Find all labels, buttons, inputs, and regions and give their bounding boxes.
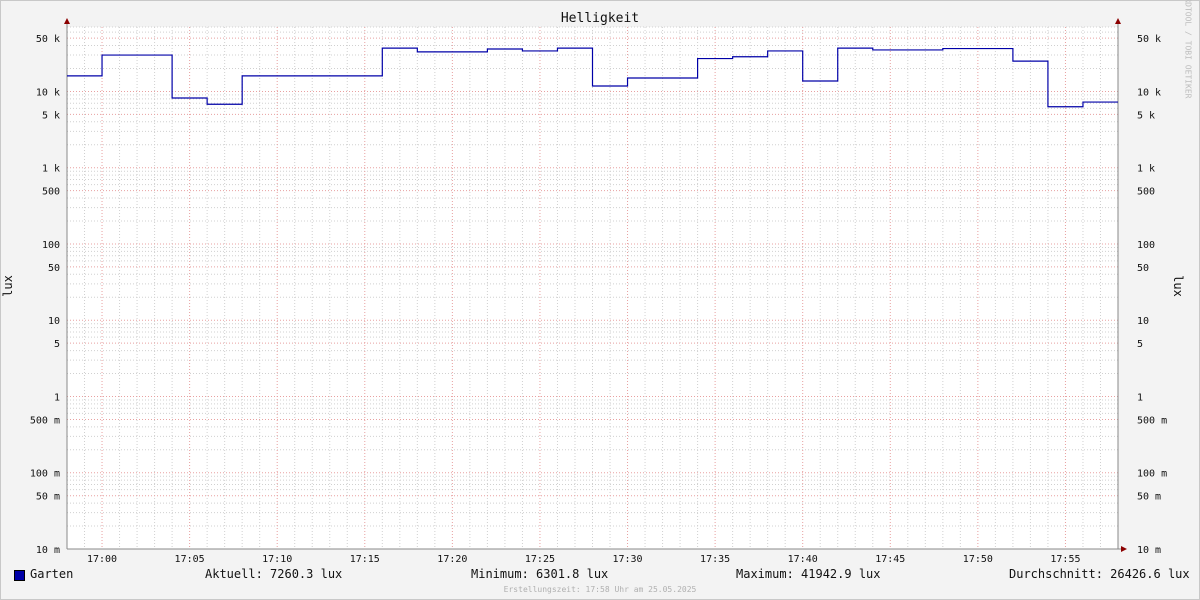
legend-minimum: Minimum: 6301.8 lux (471, 567, 609, 581)
x-tick-label: 17:05 (175, 554, 205, 565)
x-tick-labels: 17:00 17:05 17:10 17:15 17:20 17:25 17:30 17:35… (87, 554, 1081, 565)
y-tick-label-right: 5 (1137, 339, 1143, 350)
y-tick-label-right: 10 k (1137, 87, 1161, 98)
y-tick-label-right: 50 m (1137, 492, 1161, 503)
y-tick-labels-left: 50 k 10 k 5 k 1 k 500 100 50 10 5 1 500 m 100 m 50 m… (30, 34, 60, 556)
x-axis-arrow (1121, 546, 1127, 552)
legend-swatch (14, 570, 25, 581)
x-tick-label: 17:10 (262, 554, 292, 565)
y-tick-label-left: 50 (48, 263, 60, 274)
y-tick-label-right: 500 m (1137, 415, 1167, 426)
y-tick-label-left: 10 (48, 316, 60, 327)
x-tick-label: 17:55 (1050, 554, 1080, 565)
x-tick-label: 17:00 (87, 554, 117, 565)
y-tick-label-left: 100 (42, 240, 60, 251)
y-tick-label-right: 100 m (1137, 469, 1167, 480)
y-tick-label-right: 50 (1137, 263, 1149, 274)
y-tick-labels-right: 50 k 10 k 5 k 1 k 500 100 50 10 5 1 500 m 100 m 50 m… (1137, 34, 1167, 556)
rrdtool-watermark: RRDTOOL / TOBI OETIKER (1183, 0, 1193, 99)
y-tick-label-left: 100 m (30, 469, 60, 480)
y-tick-label-left: 1 (54, 392, 60, 403)
y-tick-label-left: 5 k (42, 110, 60, 121)
x-tick-label: 17:35 (700, 554, 730, 565)
y-tick-label-right: 1 (1137, 392, 1143, 403)
x-tick-label: 17:15 (350, 554, 380, 565)
y-tick-label-left: 50 m (36, 492, 60, 503)
legend-average: Durchschnitt: 26426.6 lux (1009, 567, 1190, 581)
y-tick-label-right: 500 (1137, 187, 1155, 198)
y-axis-label-left: lux (0, 275, 15, 297)
y-tick-label-right: 1 k (1137, 164, 1155, 175)
x-tick-label: 17:40 (788, 554, 818, 565)
x-tick-label: 17:50 (963, 554, 993, 565)
y-tick-label-left: 50 k (36, 34, 60, 45)
y-tick-label-left: 5 (54, 339, 60, 350)
x-tick-label: 17:20 (437, 554, 467, 565)
creation-time: Erstellungszeit: 17:58 Uhr am 25.05.2025 (503, 585, 697, 594)
y-tick-label-right: 100 (1137, 240, 1155, 251)
y-axis-label-right: lux (1170, 275, 1185, 297)
y-tick-label-right: 10 m (1137, 545, 1161, 556)
y-tick-label-left: 1 k (42, 164, 60, 175)
chart-plot: 50 k 10 k 5 k 1 k 500 100 50 10 5 1 500 m 100 m 50 m… (30, 18, 1167, 565)
y-tick-label-right: 50 k (1137, 34, 1161, 45)
y-tick-label-left: 10 k (36, 87, 60, 98)
legend-maximum: Maximum: 41942.9 lux (736, 567, 881, 581)
x-tick-label: 17:45 (875, 554, 905, 565)
x-tick-label: 17:25 (525, 554, 555, 565)
chart-title: Helligkeit (560, 11, 640, 26)
y-tick-label-right: 5 k (1137, 110, 1155, 121)
y-tick-label-left: 500 (42, 187, 60, 198)
y-tick-label-left: 500 m (30, 415, 60, 426)
legend-series-name: Garten (30, 567, 74, 581)
x-tick-label: 17:30 (612, 554, 642, 565)
y-tick-label-left: 10 m (36, 545, 60, 556)
legend-current: Aktuell: 7260.3 lux (205, 567, 343, 581)
y-tick-label-right: 10 (1137, 316, 1149, 327)
